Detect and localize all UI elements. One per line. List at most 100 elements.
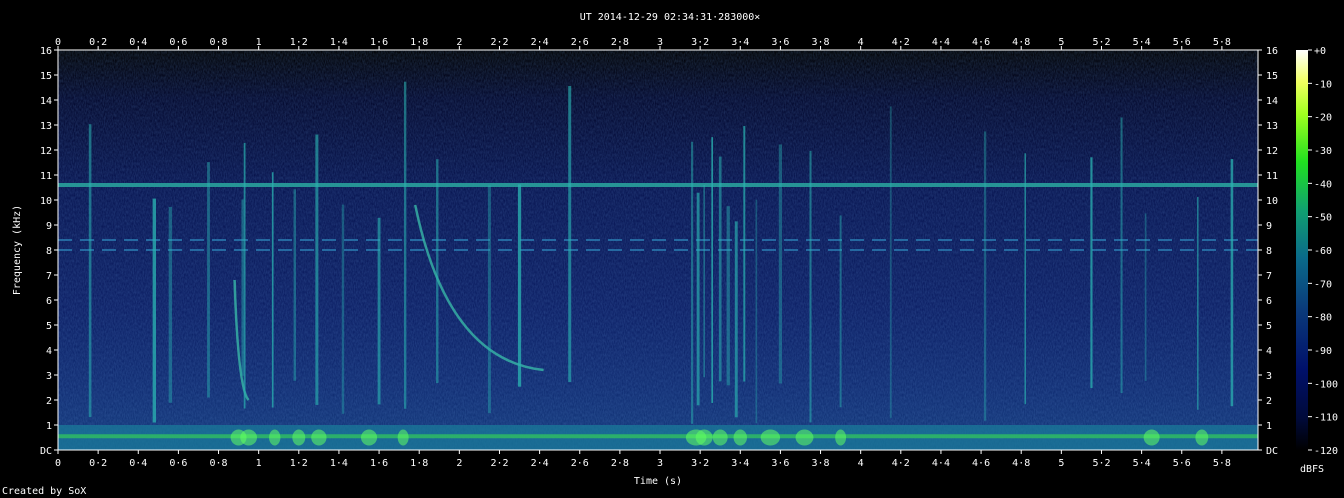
x-axis-label: Time (s) bbox=[634, 476, 682, 487]
x-tick-label-top: 0·6 bbox=[169, 37, 187, 48]
colorbar-gradient bbox=[1296, 50, 1308, 450]
y-tick-label-right: 11 bbox=[1266, 171, 1278, 182]
y-tick-label-right: 8 bbox=[1266, 246, 1272, 257]
x-tick-label-bottom: 1 bbox=[256, 458, 262, 469]
colorbar-ticks: +0 -10 -20 -30 -40 -50 -60 -70 -80 -90 -100 -110 -12… bbox=[1308, 46, 1338, 457]
x-tick-label-top: 3·8 bbox=[812, 37, 830, 48]
x-tick-label-top: 5·8 bbox=[1213, 37, 1231, 48]
x-tick-label-bottom: 3·8 bbox=[812, 458, 830, 469]
x-tick-label-bottom: 3 bbox=[657, 458, 663, 469]
x-tick-label-bottom: 5·2 bbox=[1092, 458, 1110, 469]
x-tick-label-bottom: 0·4 bbox=[129, 458, 147, 469]
x-tick-label-top: 1·4 bbox=[330, 37, 348, 48]
y-tick-label-left: DC bbox=[40, 446, 52, 457]
x-tick-label-bottom: 1·2 bbox=[290, 458, 308, 469]
impulse-streak bbox=[271, 172, 274, 408]
impulse-streak bbox=[778, 144, 783, 384]
impulse-streak bbox=[691, 141, 694, 424]
colorbar: +0 -10 -20 -30 -40 -50 -60 -70 -80 -90 -100 -110 -12… bbox=[1296, 46, 1338, 475]
x-tick-label-top: 2 bbox=[456, 37, 462, 48]
x-tick-label-bottom: 3·6 bbox=[771, 458, 789, 469]
x-ticks-bottom: 0 0·2 0·4 0·6 0·8 1 1·2 1·4 1·6 1·8 2 2·2 2·4 2·6 2·8 3… bbox=[55, 450, 1231, 469]
colorbar-tick-label: -10 bbox=[1314, 79, 1332, 90]
colorbar-tick-label: -90 bbox=[1314, 346, 1332, 357]
colorbar-tick-label: -20 bbox=[1314, 113, 1332, 124]
x-tick-label-bottom: 1·4 bbox=[330, 458, 348, 469]
chart-title: UT 2014-12-29 02:34:31·283000× bbox=[580, 12, 761, 23]
low-freq-burst bbox=[695, 429, 713, 446]
low-freq-burst bbox=[835, 429, 847, 446]
x-tick-label-bottom: 2·6 bbox=[571, 458, 589, 469]
colorbar-label: dBFS bbox=[1300, 464, 1324, 475]
x-tick-label-top: 1·2 bbox=[290, 37, 308, 48]
x-tick-label-top: 4·4 bbox=[932, 37, 950, 48]
x-tick-label-top: 0·4 bbox=[129, 37, 147, 48]
impulse-streak bbox=[168, 206, 173, 403]
low-freq-burst bbox=[733, 429, 747, 446]
y-tick-label-left: 5 bbox=[46, 321, 52, 332]
y-tick-label-left: 11 bbox=[40, 171, 52, 182]
x-tick-label-bottom: 3·4 bbox=[731, 458, 749, 469]
x-tick-label-bottom: 2·2 bbox=[490, 458, 508, 469]
x-tick-label-bottom: 1·8 bbox=[410, 458, 428, 469]
low-freq-burst bbox=[795, 429, 814, 446]
impulse-streak bbox=[436, 159, 439, 384]
x-tick-label-top: 0 bbox=[55, 37, 61, 48]
low-freq-burst bbox=[292, 429, 306, 446]
y-tick-label-right: 10 bbox=[1266, 196, 1278, 207]
low-freq-burst bbox=[712, 429, 728, 446]
x-tick-label-top: 2·4 bbox=[531, 37, 549, 48]
y-tick-label-left: 7 bbox=[46, 271, 52, 282]
y-tick-label-left: 16 bbox=[40, 46, 52, 57]
impulse-streak bbox=[1144, 213, 1147, 381]
y-axis-label: Frequency (kHz) bbox=[12, 205, 23, 295]
impulse-streak bbox=[1197, 197, 1199, 410]
y-tick-label-left: 9 bbox=[46, 221, 52, 232]
y-tick-label-left: 1 bbox=[46, 421, 52, 432]
credit-text: Created by SoX bbox=[2, 486, 86, 497]
x-tick-label-top: 2·2 bbox=[490, 37, 508, 48]
x-tick-label-top: 1 bbox=[256, 37, 262, 48]
x-tick-label-bottom: 5·8 bbox=[1213, 458, 1231, 469]
x-tick-label-top: 3·2 bbox=[691, 37, 709, 48]
impulse-streak bbox=[315, 134, 319, 405]
y-tick-label-left: 12 bbox=[40, 146, 52, 157]
impulse-streak bbox=[293, 189, 297, 381]
colorbar-tick-label: -30 bbox=[1314, 146, 1332, 157]
x-tick-label-top: 5·6 bbox=[1173, 37, 1191, 48]
impulse-streak bbox=[1090, 157, 1093, 389]
low-freq-burst bbox=[311, 429, 327, 446]
x-tick-label-top: 2·8 bbox=[611, 37, 629, 48]
y-tick-label-left: 10 bbox=[40, 196, 52, 207]
low-freq-burst bbox=[360, 429, 378, 446]
x-tick-label-top: 2·6 bbox=[571, 37, 589, 48]
impulse-streak bbox=[487, 185, 491, 414]
x-tick-label-top: 3·6 bbox=[771, 37, 789, 48]
x-tick-label-top: 4·2 bbox=[892, 37, 910, 48]
x-tick-label-bottom: 1·6 bbox=[370, 458, 388, 469]
y-tick-label-right: 6 bbox=[1266, 296, 1272, 307]
colorbar-tick-label: -40 bbox=[1314, 179, 1332, 190]
impulse-streak bbox=[734, 221, 738, 418]
impulse-streak bbox=[755, 199, 758, 424]
colorbar-tick-label: -80 bbox=[1314, 313, 1332, 324]
impulse-streak bbox=[743, 125, 746, 382]
low-freq-burst bbox=[1195, 429, 1209, 446]
y-tick-label-left: 4 bbox=[46, 346, 52, 357]
x-tick-label-bottom: 2 bbox=[456, 458, 462, 469]
y-tick-label-left: 8 bbox=[46, 246, 52, 257]
y-tick-label-left: 2 bbox=[46, 396, 52, 407]
x-tick-label-top: 3 bbox=[657, 37, 663, 48]
x-tick-label-bottom: 4·6 bbox=[972, 458, 990, 469]
x-tick-label-bottom: 2·8 bbox=[611, 458, 629, 469]
colorbar-tick-label: -70 bbox=[1314, 279, 1332, 290]
x-tick-label-top: 5 bbox=[1058, 37, 1064, 48]
x-tick-label-bottom: 0 bbox=[55, 458, 61, 469]
x-tick-label-top: 0·8 bbox=[210, 37, 228, 48]
y-tick-label-left: 13 bbox=[40, 121, 52, 132]
colorbar-tick-label: -110 bbox=[1314, 413, 1338, 424]
y-tick-label-right: 4 bbox=[1266, 346, 1272, 357]
impulse-streak bbox=[207, 162, 210, 398]
x-tick-label-top: 0·2 bbox=[89, 37, 107, 48]
x-tick-label-top: 1·8 bbox=[410, 37, 428, 48]
